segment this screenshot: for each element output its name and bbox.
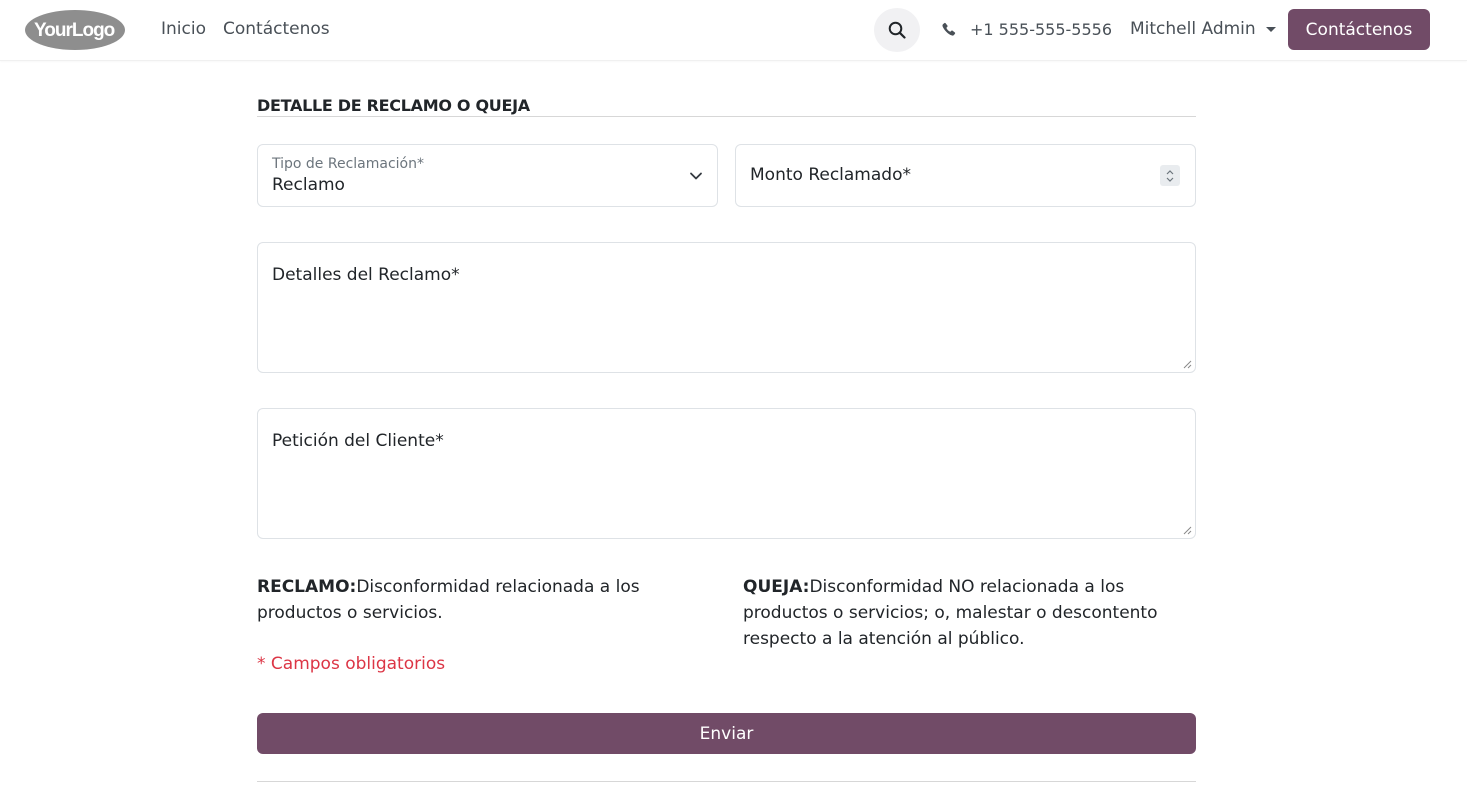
nav-link-contactenos[interactable]: Contáctenos	[223, 19, 330, 39]
phone-icon	[942, 22, 956, 36]
site-header: YourLogo Inicio Contáctenos +1 555-555-5…	[0, 0, 1467, 61]
reclamo-definition: RECLAMO:Disconformidad relacionada a los…	[257, 574, 657, 626]
resize-handle-icon[interactable]	[1183, 360, 1192, 369]
contact-us-button[interactable]: Contáctenos	[1288, 9, 1430, 50]
customer-request-placeholder: Petición del Cliente*	[272, 431, 444, 451]
claim-details-textarea[interactable]: Detalles del Reclamo*	[257, 242, 1196, 373]
queja-definition: QUEJA:Disconformidad NO relacionada a lo…	[743, 574, 1183, 652]
reclamo-term: RECLAMO:	[257, 577, 357, 597]
phone-number: +1 555-555-5556	[970, 20, 1113, 39]
user-menu[interactable]: Mitchell Admin	[1130, 19, 1276, 39]
claim-details-placeholder: Detalles del Reclamo*	[272, 265, 460, 285]
user-name: Mitchell Admin	[1130, 19, 1256, 39]
submit-button[interactable]: Enviar	[257, 713, 1196, 754]
claim-type-label: Tipo de Reclamación*	[272, 156, 424, 172]
caret-down-icon	[1265, 26, 1276, 32]
amount-input[interactable]: Monto Reclamado*	[735, 144, 1196, 207]
logo-text: YourLogo	[34, 20, 115, 41]
number-spinner[interactable]	[1160, 165, 1180, 186]
search-button[interactable]	[874, 8, 920, 52]
chevron-down-icon	[690, 172, 702, 180]
resize-handle-icon[interactable]	[1183, 526, 1192, 535]
search-icon	[888, 21, 906, 39]
spinner-arrows-icon	[1166, 169, 1174, 182]
bottom-divider	[257, 781, 1196, 782]
claim-type-value: Reclamo	[272, 175, 345, 195]
section-divider	[257, 116, 1196, 117]
logo-mark: YourLogo	[25, 10, 125, 50]
customer-request-textarea[interactable]: Petición del Cliente*	[257, 408, 1196, 539]
logo[interactable]: YourLogo	[24, 9, 126, 51]
phone-link[interactable]: +1 555-555-5556	[941, 20, 1112, 39]
required-fields-note: * Campos obligatorios	[257, 654, 446, 674]
nav-link-inicio[interactable]: Inicio	[161, 19, 206, 39]
queja-term: QUEJA:	[743, 577, 810, 597]
amount-placeholder: Monto Reclamado*	[750, 165, 911, 185]
claim-type-select[interactable]: Tipo de Reclamación* Reclamo	[257, 144, 718, 207]
section-title: DETALLE DE RECLAMO O QUEJA	[257, 96, 530, 115]
